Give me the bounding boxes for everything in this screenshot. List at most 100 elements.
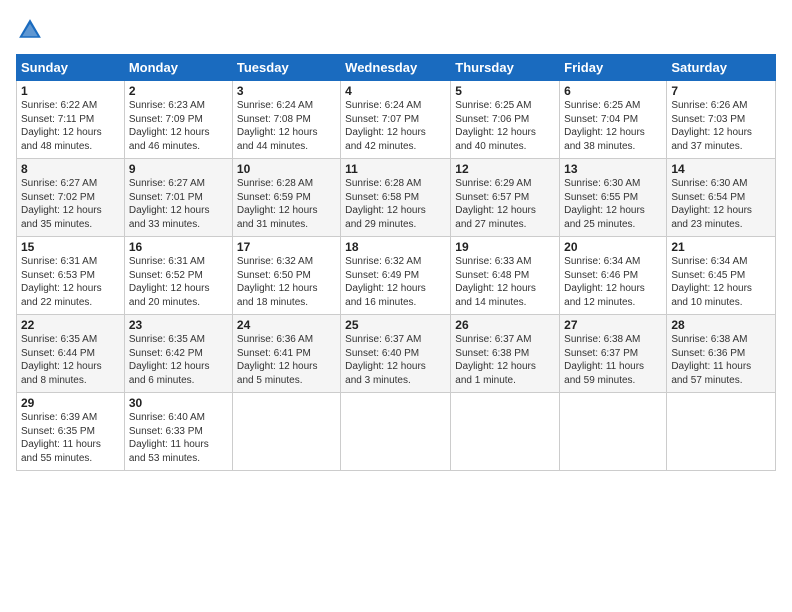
calendar-day-cell: 5Sunrise: 6:25 AM Sunset: 7:06 PM Daylig… (451, 81, 560, 159)
calendar-day-cell: 17Sunrise: 6:32 AM Sunset: 6:50 PM Dayli… (232, 237, 340, 315)
calendar-empty-cell (232, 393, 340, 471)
day-number: 15 (21, 240, 120, 254)
day-info: Sunrise: 6:38 AM Sunset: 6:36 PM Dayligh… (671, 333, 771, 387)
day-number: 29 (21, 396, 120, 410)
day-number: 17 (237, 240, 336, 254)
calendar-day-cell: 16Sunrise: 6:31 AM Sunset: 6:52 PM Dayli… (124, 237, 232, 315)
day-number: 26 (455, 318, 555, 332)
calendar-day-cell: 4Sunrise: 6:24 AM Sunset: 7:07 PM Daylig… (341, 81, 451, 159)
calendar-day-cell: 12Sunrise: 6:29 AM Sunset: 6:57 PM Dayli… (451, 159, 560, 237)
calendar-week-row: 1Sunrise: 6:22 AM Sunset: 7:11 PM Daylig… (17, 81, 776, 159)
calendar-week-row: 8Sunrise: 6:27 AM Sunset: 7:02 PM Daylig… (17, 159, 776, 237)
day-number: 30 (129, 396, 228, 410)
day-number: 12 (455, 162, 555, 176)
calendar-empty-cell (451, 393, 560, 471)
header (16, 16, 776, 44)
calendar-day-cell: 11Sunrise: 6:28 AM Sunset: 6:58 PM Dayli… (341, 159, 451, 237)
day-info: Sunrise: 6:39 AM Sunset: 6:35 PM Dayligh… (21, 411, 120, 465)
day-info: Sunrise: 6:32 AM Sunset: 6:50 PM Dayligh… (237, 255, 336, 309)
calendar-day-cell: 27Sunrise: 6:38 AM Sunset: 6:37 PM Dayli… (560, 315, 667, 393)
calendar-day-cell: 1Sunrise: 6:22 AM Sunset: 7:11 PM Daylig… (17, 81, 125, 159)
day-number: 14 (671, 162, 771, 176)
day-info: Sunrise: 6:25 AM Sunset: 7:04 PM Dayligh… (564, 99, 662, 153)
day-info: Sunrise: 6:36 AM Sunset: 6:41 PM Dayligh… (237, 333, 336, 387)
day-info: Sunrise: 6:31 AM Sunset: 6:52 PM Dayligh… (129, 255, 228, 309)
calendar-day-cell: 26Sunrise: 6:37 AM Sunset: 6:38 PM Dayli… (451, 315, 560, 393)
calendar-day-cell: 23Sunrise: 6:35 AM Sunset: 6:42 PM Dayli… (124, 315, 232, 393)
day-info: Sunrise: 6:26 AM Sunset: 7:03 PM Dayligh… (671, 99, 771, 153)
calendar-day-cell: 2Sunrise: 6:23 AM Sunset: 7:09 PM Daylig… (124, 81, 232, 159)
calendar-weekday-tuesday: Tuesday (232, 55, 340, 81)
day-info: Sunrise: 6:32 AM Sunset: 6:49 PM Dayligh… (345, 255, 446, 309)
day-number: 21 (671, 240, 771, 254)
calendar-weekday-monday: Monday (124, 55, 232, 81)
day-number: 4 (345, 84, 446, 98)
calendar-weekday-friday: Friday (560, 55, 667, 81)
day-info: Sunrise: 6:25 AM Sunset: 7:06 PM Dayligh… (455, 99, 555, 153)
day-number: 22 (21, 318, 120, 332)
day-number: 16 (129, 240, 228, 254)
day-number: 27 (564, 318, 662, 332)
calendar-weekday-thursday: Thursday (451, 55, 560, 81)
day-info: Sunrise: 6:22 AM Sunset: 7:11 PM Dayligh… (21, 99, 120, 153)
day-number: 13 (564, 162, 662, 176)
calendar-day-cell: 21Sunrise: 6:34 AM Sunset: 6:45 PM Dayli… (667, 237, 776, 315)
calendar-day-cell: 8Sunrise: 6:27 AM Sunset: 7:02 PM Daylig… (17, 159, 125, 237)
calendar-empty-cell (560, 393, 667, 471)
calendar-empty-cell (341, 393, 451, 471)
day-number: 9 (129, 162, 228, 176)
day-info: Sunrise: 6:33 AM Sunset: 6:48 PM Dayligh… (455, 255, 555, 309)
day-info: Sunrise: 6:24 AM Sunset: 7:07 PM Dayligh… (345, 99, 446, 153)
day-info: Sunrise: 6:35 AM Sunset: 6:42 PM Dayligh… (129, 333, 228, 387)
day-number: 19 (455, 240, 555, 254)
calendar-weekday-saturday: Saturday (667, 55, 776, 81)
calendar-week-row: 15Sunrise: 6:31 AM Sunset: 6:53 PM Dayli… (17, 237, 776, 315)
day-info: Sunrise: 6:27 AM Sunset: 7:02 PM Dayligh… (21, 177, 120, 231)
day-number: 11 (345, 162, 446, 176)
calendar-day-cell: 9Sunrise: 6:27 AM Sunset: 7:01 PM Daylig… (124, 159, 232, 237)
day-number: 8 (21, 162, 120, 176)
day-info: Sunrise: 6:37 AM Sunset: 6:38 PM Dayligh… (455, 333, 555, 387)
day-info: Sunrise: 6:28 AM Sunset: 6:59 PM Dayligh… (237, 177, 336, 231)
calendar-table: SundayMondayTuesdayWednesdayThursdayFrid… (16, 54, 776, 471)
day-info: Sunrise: 6:28 AM Sunset: 6:58 PM Dayligh… (345, 177, 446, 231)
day-number: 23 (129, 318, 228, 332)
day-info: Sunrise: 6:24 AM Sunset: 7:08 PM Dayligh… (237, 99, 336, 153)
day-info: Sunrise: 6:35 AM Sunset: 6:44 PM Dayligh… (21, 333, 120, 387)
logo (16, 16, 48, 44)
calendar-week-row: 29Sunrise: 6:39 AM Sunset: 6:35 PM Dayli… (17, 393, 776, 471)
day-number: 3 (237, 84, 336, 98)
calendar-header-row: SundayMondayTuesdayWednesdayThursdayFrid… (17, 55, 776, 81)
day-info: Sunrise: 6:38 AM Sunset: 6:37 PM Dayligh… (564, 333, 662, 387)
calendar-day-cell: 3Sunrise: 6:24 AM Sunset: 7:08 PM Daylig… (232, 81, 340, 159)
day-info: Sunrise: 6:30 AM Sunset: 6:54 PM Dayligh… (671, 177, 771, 231)
calendar-day-cell: 22Sunrise: 6:35 AM Sunset: 6:44 PM Dayli… (17, 315, 125, 393)
calendar-weekday-wednesday: Wednesday (341, 55, 451, 81)
day-info: Sunrise: 6:34 AM Sunset: 6:46 PM Dayligh… (564, 255, 662, 309)
day-number: 10 (237, 162, 336, 176)
day-number: 2 (129, 84, 228, 98)
day-number: 20 (564, 240, 662, 254)
day-number: 7 (671, 84, 771, 98)
calendar-day-cell: 13Sunrise: 6:30 AM Sunset: 6:55 PM Dayli… (560, 159, 667, 237)
calendar-empty-cell (667, 393, 776, 471)
day-info: Sunrise: 6:31 AM Sunset: 6:53 PM Dayligh… (21, 255, 120, 309)
calendar-day-cell: 20Sunrise: 6:34 AM Sunset: 6:46 PM Dayli… (560, 237, 667, 315)
day-number: 1 (21, 84, 120, 98)
day-info: Sunrise: 6:37 AM Sunset: 6:40 PM Dayligh… (345, 333, 446, 387)
day-info: Sunrise: 6:40 AM Sunset: 6:33 PM Dayligh… (129, 411, 228, 465)
calendar-day-cell: 24Sunrise: 6:36 AM Sunset: 6:41 PM Dayli… (232, 315, 340, 393)
calendar-day-cell: 18Sunrise: 6:32 AM Sunset: 6:49 PM Dayli… (341, 237, 451, 315)
calendar-week-row: 22Sunrise: 6:35 AM Sunset: 6:44 PM Dayli… (17, 315, 776, 393)
calendar-day-cell: 6Sunrise: 6:25 AM Sunset: 7:04 PM Daylig… (560, 81, 667, 159)
day-number: 24 (237, 318, 336, 332)
calendar-day-cell: 30Sunrise: 6:40 AM Sunset: 6:33 PM Dayli… (124, 393, 232, 471)
logo-icon (16, 16, 44, 44)
day-info: Sunrise: 6:34 AM Sunset: 6:45 PM Dayligh… (671, 255, 771, 309)
day-number: 5 (455, 84, 555, 98)
day-number: 28 (671, 318, 771, 332)
calendar-weekday-sunday: Sunday (17, 55, 125, 81)
day-info: Sunrise: 6:23 AM Sunset: 7:09 PM Dayligh… (129, 99, 228, 153)
day-info: Sunrise: 6:30 AM Sunset: 6:55 PM Dayligh… (564, 177, 662, 231)
calendar-day-cell: 28Sunrise: 6:38 AM Sunset: 6:36 PM Dayli… (667, 315, 776, 393)
